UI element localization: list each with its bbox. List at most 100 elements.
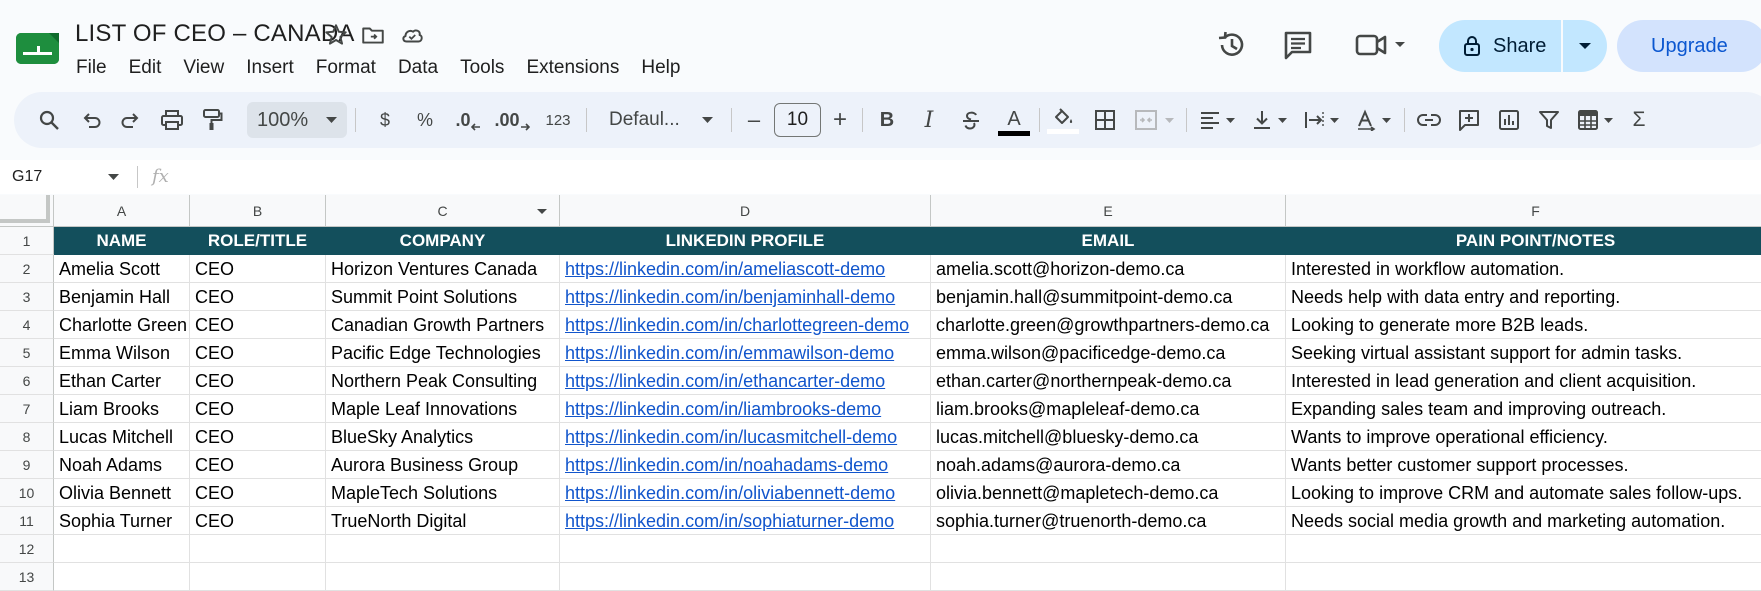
cell-role[interactable]: CEO: [190, 479, 326, 507]
share-dropdown-button[interactable]: [1563, 20, 1607, 72]
cell-linkedin[interactable]: https://linkedin.com/in/liambrooks-demo: [560, 395, 931, 423]
empty-cell[interactable]: [931, 563, 1286, 591]
row-header-3[interactable]: 3: [0, 283, 54, 311]
empty-cell[interactable]: [326, 563, 560, 591]
row-header-7[interactable]: 7: [0, 395, 54, 423]
bold-button[interactable]: B: [870, 92, 904, 148]
search-menus-button[interactable]: [32, 92, 66, 148]
cell-notes[interactable]: Wants to improve operational efficiency.: [1286, 423, 1761, 451]
increase-decimal-button[interactable]: .00: [492, 92, 532, 148]
cell-linkedin[interactable]: https://linkedin.com/in/ethancarter-demo: [560, 367, 931, 395]
cell-company[interactable]: Aurora Business Group: [326, 451, 560, 479]
cell-name[interactable]: Ethan Carter: [54, 367, 190, 395]
vertical-align-button[interactable]: [1246, 92, 1292, 148]
menu-insert[interactable]: Insert: [235, 55, 305, 81]
print-button[interactable]: [155, 92, 189, 148]
header-cell-role[interactable]: ROLE/TITLE: [190, 227, 326, 255]
cell-notes[interactable]: Seeking virtual assistant support for ad…: [1286, 339, 1761, 367]
cell-notes[interactable]: Interested in workflow automation.: [1286, 255, 1761, 283]
cell-name[interactable]: Sophia Turner: [54, 507, 190, 535]
cell-linkedin[interactable]: https://linkedin.com/in/ameliascott-demo: [560, 255, 931, 283]
row-header-6[interactable]: 6: [0, 367, 54, 395]
cell-company[interactable]: MapleTech Solutions: [326, 479, 560, 507]
borders-button[interactable]: [1088, 92, 1122, 148]
empty-cell[interactable]: [190, 535, 326, 563]
row-header-5[interactable]: 5: [0, 339, 54, 367]
empty-cell[interactable]: [54, 563, 190, 591]
cell-company[interactable]: Horizon Ventures Canada: [326, 255, 560, 283]
fill-color-button[interactable]: [1044, 92, 1082, 148]
empty-cell[interactable]: [190, 563, 326, 591]
menu-edit[interactable]: Edit: [118, 55, 173, 81]
cell-company[interactable]: TrueNorth Digital: [326, 507, 560, 535]
cell-linkedin[interactable]: https://linkedin.com/in/lucasmitchell-de…: [560, 423, 931, 451]
menu-format[interactable]: Format: [305, 55, 387, 81]
merge-cells-button[interactable]: [1128, 92, 1180, 148]
move-folder-icon[interactable]: [360, 22, 386, 48]
cell-linkedin[interactable]: https://linkedin.com/in/benjaminhall-dem…: [560, 283, 931, 311]
cell-notes[interactable]: Expanding sales team and improving outre…: [1286, 395, 1761, 423]
cell-role[interactable]: CEO: [190, 255, 326, 283]
cell-company[interactable]: Maple Leaf Innovations: [326, 395, 560, 423]
name-box[interactable]: G17: [12, 160, 42, 194]
empty-cell[interactable]: [1286, 535, 1761, 563]
cell-email[interactable]: noah.adams@aurora-demo.ca: [931, 451, 1286, 479]
column-header-e[interactable]: E: [931, 195, 1286, 227]
cell-linkedin[interactable]: https://linkedin.com/in/charlottegreen-d…: [560, 311, 931, 339]
column-header-d[interactable]: D: [560, 195, 931, 227]
cell-company[interactable]: BlueSky Analytics: [326, 423, 560, 451]
menu-view[interactable]: View: [172, 55, 235, 81]
cell-email[interactable]: sophia.turner@truenorth-demo.ca: [931, 507, 1286, 535]
menu-data[interactable]: Data: [387, 55, 449, 81]
cell-role[interactable]: CEO: [190, 395, 326, 423]
cell-role[interactable]: CEO: [190, 339, 326, 367]
cell-email[interactable]: lucas.mitchell@bluesky-demo.ca: [931, 423, 1286, 451]
percent-format-button[interactable]: %: [410, 92, 440, 148]
empty-cell[interactable]: [326, 535, 560, 563]
font-size-input[interactable]: 10: [774, 103, 821, 137]
more-formats-button[interactable]: 123: [536, 92, 580, 148]
cell-name[interactable]: Liam Brooks: [54, 395, 190, 423]
row-header-8[interactable]: 8: [0, 423, 54, 451]
cell-linkedin[interactable]: https://linkedin.com/in/emmawilson-demo: [560, 339, 931, 367]
row-header-11[interactable]: 11: [0, 507, 54, 535]
cell-notes[interactable]: Wants better customer support processes.: [1286, 451, 1761, 479]
header-cell-name[interactable]: NAME: [54, 227, 190, 255]
cell-email[interactable]: benjamin.hall@summitpoint-demo.ca: [931, 283, 1286, 311]
undo-button[interactable]: [74, 92, 108, 148]
row-header-12[interactable]: 12: [0, 535, 54, 563]
text-color-button[interactable]: A: [996, 92, 1032, 148]
select-all-corner[interactable]: [0, 195, 54, 227]
cell-email[interactable]: emma.wilson@pacificedge-demo.ca: [931, 339, 1286, 367]
comments-icon[interactable]: [1281, 28, 1315, 62]
text-rotation-button[interactable]: [1350, 92, 1396, 148]
header-cell-email[interactable]: EMAIL: [931, 227, 1286, 255]
cell-notes[interactable]: Needs help with data entry and reporting…: [1286, 283, 1761, 311]
cell-email[interactable]: amelia.scott@horizon-demo.ca: [931, 255, 1286, 283]
empty-cell[interactable]: [1286, 563, 1761, 591]
insert-chart-button[interactable]: [1492, 92, 1526, 148]
cell-name[interactable]: Olivia Bennett: [54, 479, 190, 507]
sheets-logo-icon[interactable]: [16, 33, 59, 64]
cell-notes[interactable]: Looking to generate more B2B leads.: [1286, 311, 1761, 339]
column-header-f[interactable]: F: [1286, 195, 1761, 227]
upgrade-button[interactable]: Upgrade: [1617, 20, 1761, 72]
zoom-select[interactable]: 100%: [247, 102, 347, 138]
cell-role[interactable]: CEO: [190, 423, 326, 451]
paint-format-button[interactable]: [195, 92, 229, 148]
empty-cell[interactable]: [54, 535, 190, 563]
insert-comment-button[interactable]: [1452, 92, 1486, 148]
header-cell-notes[interactable]: PAIN POINT/NOTES: [1286, 227, 1761, 255]
cell-company[interactable]: Pacific Edge Technologies: [326, 339, 560, 367]
cell-name[interactable]: Amelia Scott: [54, 255, 190, 283]
cell-linkedin[interactable]: https://linkedin.com/in/sophiaturner-dem…: [560, 507, 931, 535]
column-header-c[interactable]: C: [326, 195, 560, 227]
cell-email[interactable]: charlotte.green@growthpartners-demo.ca: [931, 311, 1286, 339]
cell-role[interactable]: CEO: [190, 283, 326, 311]
insert-link-button[interactable]: [1412, 92, 1446, 148]
version-history-icon[interactable]: [1214, 28, 1248, 62]
decrease-font-size-button[interactable]: –: [740, 92, 768, 148]
redo-button[interactable]: [114, 92, 148, 148]
share-button[interactable]: Share: [1439, 20, 1561, 72]
font-select[interactable]: Defaul...: [597, 102, 722, 138]
